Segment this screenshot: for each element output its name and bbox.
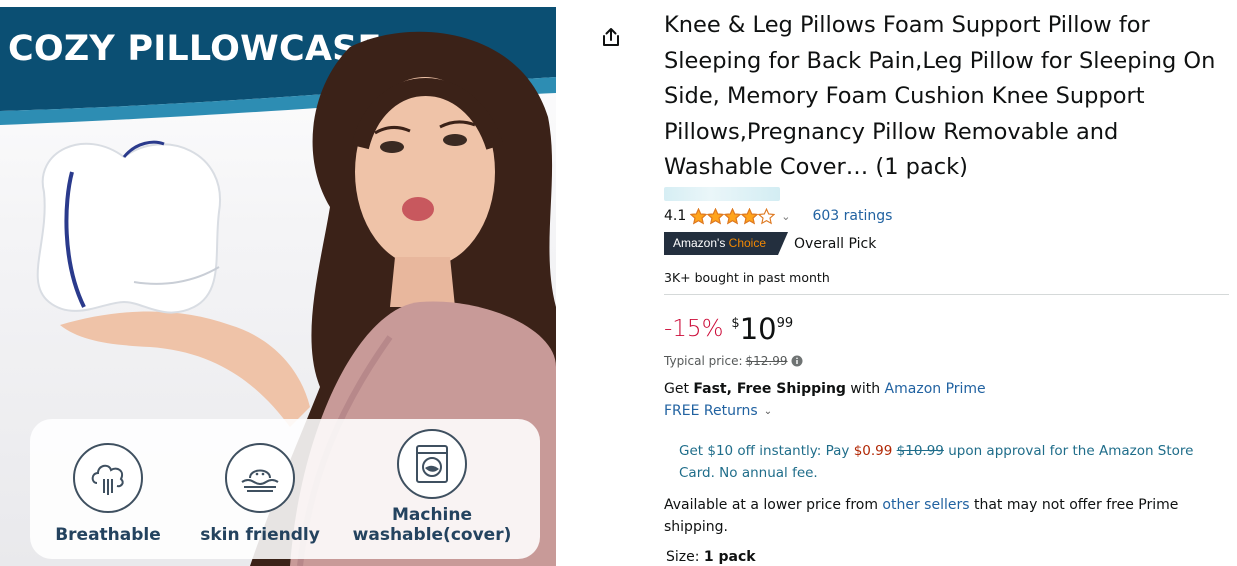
badge-choice: Choice bbox=[728, 236, 767, 250]
price-row: -15% $ 10 99 bbox=[664, 311, 793, 351]
lower-price-notice: Available at a lower price from other se… bbox=[664, 494, 1224, 538]
washing-machine-icon bbox=[397, 429, 467, 499]
features-panel: Breathable skin friendly Machine washabl… bbox=[30, 419, 540, 559]
breathable-icon bbox=[73, 443, 143, 513]
feature-skin-friendly: skin friendly bbox=[180, 443, 340, 545]
free-returns-link[interactable]: FREE Returns bbox=[664, 403, 758, 419]
product-main-image[interactable]: COZY PILLOWCASE Breathable skin friendly… bbox=[0, 7, 556, 566]
other-sellers-link[interactable]: other sellers bbox=[882, 497, 969, 513]
bought-in-past-month: 3K+ bought in past month bbox=[664, 270, 830, 285]
star-icon bbox=[758, 207, 776, 224]
offer-old-price: $10.99 bbox=[896, 443, 944, 459]
shipping-middle: with bbox=[845, 381, 885, 397]
typical-price-label: Typical price: bbox=[664, 354, 743, 368]
shipping-info: Get Fast, Free Shipping with Amazon Prim… bbox=[664, 381, 986, 397]
star-icon bbox=[724, 207, 742, 224]
feature-label: Breathable bbox=[55, 525, 161, 545]
shipping-bold: Fast, Free Shipping bbox=[693, 381, 846, 397]
badge-caption: Overall Pick bbox=[794, 235, 877, 252]
offer-text: Get $10 off instantly: Pay bbox=[679, 443, 854, 459]
feature-label: Machine washable(cover) bbox=[352, 505, 512, 545]
store-link[interactable] bbox=[664, 187, 780, 201]
knee-pillow-image bbox=[36, 140, 222, 314]
star-icon bbox=[741, 207, 759, 224]
rating-row: 4.1 ⌄ 603 ratings bbox=[664, 205, 892, 227]
price-whole: 10 bbox=[739, 312, 777, 346]
amazons-choice-row: Amazon's Choice Overall Pick bbox=[664, 232, 876, 255]
typical-price: Typical price: $12.99 bbox=[664, 354, 803, 368]
size-label: Size: bbox=[666, 549, 704, 565]
amazon-prime-link[interactable]: Amazon Prime bbox=[885, 381, 986, 397]
chevron-down-icon[interactable]: ⌄ bbox=[764, 406, 772, 417]
divider bbox=[664, 294, 1229, 295]
star-rating[interactable] bbox=[690, 207, 776, 225]
skin-friendly-icon bbox=[225, 443, 295, 513]
star-icon bbox=[707, 207, 725, 224]
badge-prefix: Amazon's bbox=[673, 236, 726, 250]
product-title: Knee & Leg Pillows Foam Support Pillow f… bbox=[664, 12, 1216, 180]
price-fraction: 99 bbox=[776, 316, 794, 331]
amazons-choice-badge[interactable]: Amazon's Choice bbox=[664, 232, 788, 255]
share-button[interactable] bbox=[600, 26, 622, 48]
shipping-prefix: Get bbox=[664, 381, 694, 397]
feature-machine-washable: Machine washable(cover) bbox=[352, 429, 512, 545]
feature-breathable: Breathable bbox=[28, 443, 188, 545]
lower-price-text: Available at a lower price from bbox=[664, 497, 883, 513]
share-icon bbox=[603, 28, 619, 46]
free-returns[interactable]: FREE Returns ⌄ bbox=[664, 403, 772, 419]
ratings-count-link[interactable]: 603 ratings bbox=[812, 208, 892, 224]
size-value: 1 pack bbox=[703, 549, 756, 565]
size-selector[interactable]: Size: 1 pack bbox=[666, 549, 756, 565]
rating-value: 4.1 bbox=[664, 208, 687, 224]
offer-pay-price: $0.99 bbox=[853, 443, 893, 459]
feature-label: skin friendly bbox=[200, 525, 320, 545]
info-icon[interactable] bbox=[791, 355, 803, 367]
chevron-down-icon[interactable]: ⌄ bbox=[781, 210, 790, 223]
store-card-offer[interactable]: Get $10 off instantly: Pay $0.99 $10.99 … bbox=[679, 440, 1229, 484]
typical-price-value: $12.99 bbox=[745, 354, 788, 368]
price-currency: $ bbox=[731, 316, 740, 331]
discount-percent: -15% bbox=[664, 316, 724, 342]
star-icon bbox=[690, 207, 708, 224]
